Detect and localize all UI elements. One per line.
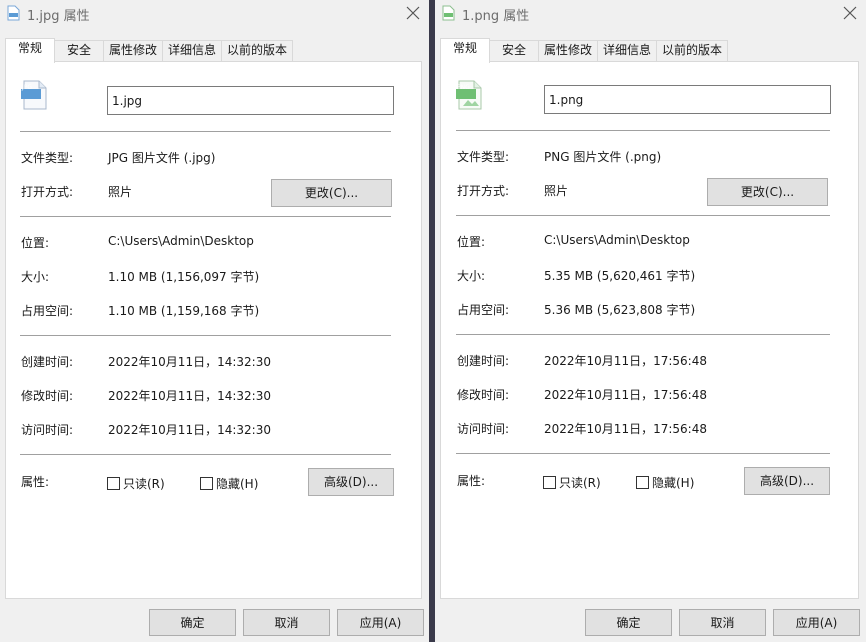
readonly-checkbox[interactable]: 只读(R) xyxy=(107,475,165,491)
accessed-value: 2022年10月11日，17:56:48 xyxy=(544,422,707,436)
open-with-label: 打开方式: xyxy=(457,184,510,198)
separator xyxy=(456,334,830,335)
size-value: 1.10 MB (1,156,097 字节) xyxy=(108,270,260,284)
filename-input[interactable] xyxy=(107,86,394,115)
image-file-icon xyxy=(7,5,20,21)
tab-attribute-edit[interactable]: 属性修改 xyxy=(103,40,163,61)
size-label: 大小: xyxy=(457,269,486,283)
tab-details[interactable]: 详细信息 xyxy=(162,40,222,61)
readonly-label: 只读(R) xyxy=(123,477,165,491)
created-label: 创建时间: xyxy=(457,354,510,368)
size-on-disk-value: 5.36 MB (5,623,808 字节) xyxy=(544,303,696,317)
separator xyxy=(456,453,830,454)
hidden-label: 隐藏(H) xyxy=(652,476,695,490)
separator xyxy=(456,215,830,216)
readonly-checkbox[interactable]: 只读(R) xyxy=(543,474,601,490)
separator xyxy=(20,131,391,132)
location-label: 位置: xyxy=(457,235,486,249)
properties-window-png: 1.png 属性 常规 安全 属性修改 详细信息 以前的版本 PNG 文件类型:… xyxy=(435,0,866,642)
accessed-value: 2022年10月11日，14:32:30 xyxy=(108,423,271,437)
cancel-button[interactable]: 取消 xyxy=(679,609,766,636)
created-label: 创建时间: xyxy=(21,355,74,369)
apply-button[interactable]: 应用(A) xyxy=(337,609,424,636)
general-panel: JPG 文件类型: JPG 图片文件 (.jpg) 打开方式: 照片 更改(C)… xyxy=(5,61,422,599)
checkbox-box[interactable] xyxy=(200,477,213,490)
advanced-button[interactable]: 高级(D)... xyxy=(308,468,394,496)
tab-security[interactable]: 安全 xyxy=(489,40,539,61)
separator xyxy=(20,216,391,217)
size-label: 大小: xyxy=(21,270,50,284)
location-label: 位置: xyxy=(21,236,50,250)
size-value: 5.35 MB (5,620,461 字节) xyxy=(544,269,696,283)
image-file-icon xyxy=(442,5,455,21)
open-with-value: 照片 xyxy=(544,184,569,198)
readonly-label: 只读(R) xyxy=(559,476,601,490)
checkbox-box[interactable] xyxy=(543,476,556,489)
close-icon[interactable] xyxy=(403,3,423,23)
advanced-button[interactable]: 高级(D)... xyxy=(744,467,830,495)
modified-value: 2022年10月11日，14:32:30 xyxy=(108,389,271,403)
icon-badge: JPG xyxy=(22,84,33,91)
location-value: C:\Users\Admin\Desktop xyxy=(544,233,690,247)
modified-value: 2022年10月11日，17:56:48 xyxy=(544,388,707,402)
file-type-label: 文件类型: xyxy=(21,151,74,165)
accessed-label: 访问时间: xyxy=(21,423,74,437)
modified-label: 修改时间: xyxy=(457,388,510,402)
created-value: 2022年10月11日，14:32:30 xyxy=(108,355,271,369)
tab-details[interactable]: 详细信息 xyxy=(597,40,657,61)
tab-general[interactable]: 常规 xyxy=(5,38,55,63)
file-type-value: JPG 图片文件 (.jpg) xyxy=(108,151,216,165)
hidden-label: 隐藏(H) xyxy=(216,477,259,491)
file-type-value: PNG 图片文件 (.png) xyxy=(544,150,662,164)
window-title: 1.jpg 属性 xyxy=(27,9,90,24)
tab-previous-versions[interactable]: 以前的版本 xyxy=(221,40,293,61)
filename-input[interactable] xyxy=(544,85,831,114)
size-on-disk-label: 占用空间: xyxy=(21,304,74,318)
location-value: C:\Users\Admin\Desktop xyxy=(108,234,254,248)
title-bar[interactable]: 1.png 属性 xyxy=(435,0,866,28)
attributes-label: 属性: xyxy=(21,475,50,489)
general-panel: PNG 文件类型: PNG 图片文件 (.png) 打开方式: 照片 更改(C)… xyxy=(440,61,859,599)
properties-window-jpg: 1.jpg 属性 常规 安全 属性修改 详细信息 以前的版本 JPG 文件类型:… xyxy=(0,0,429,642)
apply-button[interactable]: 应用(A) xyxy=(773,609,860,636)
tab-attribute-edit[interactable]: 属性修改 xyxy=(538,40,598,61)
tab-previous-versions[interactable]: 以前的版本 xyxy=(656,40,728,61)
size-on-disk-label: 占用空间: xyxy=(457,303,510,317)
accessed-label: 访问时间: xyxy=(457,422,510,436)
modified-label: 修改时间: xyxy=(21,389,74,403)
title-bar[interactable]: 1.jpg 属性 xyxy=(0,0,429,28)
hidden-checkbox[interactable]: 隐藏(H) xyxy=(200,475,258,491)
checkbox-box[interactable] xyxy=(107,477,120,490)
ok-button[interactable]: 确定 xyxy=(149,609,236,636)
ok-button[interactable]: 确定 xyxy=(585,609,672,636)
open-with-value: 照片 xyxy=(108,185,133,199)
separator xyxy=(20,335,391,336)
created-value: 2022年10月11日，17:56:48 xyxy=(544,354,707,368)
checkbox-box[interactable] xyxy=(636,476,649,489)
separator xyxy=(456,130,830,131)
window-title: 1.png 属性 xyxy=(462,9,530,24)
attributes-label: 属性: xyxy=(457,474,486,488)
tab-general[interactable]: 常规 xyxy=(440,38,490,63)
close-icon[interactable] xyxy=(840,3,860,23)
change-button[interactable]: 更改(C)... xyxy=(271,179,392,207)
change-button[interactable]: 更改(C)... xyxy=(707,178,828,206)
icon-badge: PNG xyxy=(457,84,470,91)
open-with-label: 打开方式: xyxy=(21,185,74,199)
hidden-checkbox[interactable]: 隐藏(H) xyxy=(636,474,694,490)
file-type-label: 文件类型: xyxy=(457,150,510,164)
separator xyxy=(20,454,391,455)
tab-security[interactable]: 安全 xyxy=(54,40,104,61)
size-on-disk-value: 1.10 MB (1,159,168 字节) xyxy=(108,304,260,318)
cancel-button[interactable]: 取消 xyxy=(243,609,330,636)
